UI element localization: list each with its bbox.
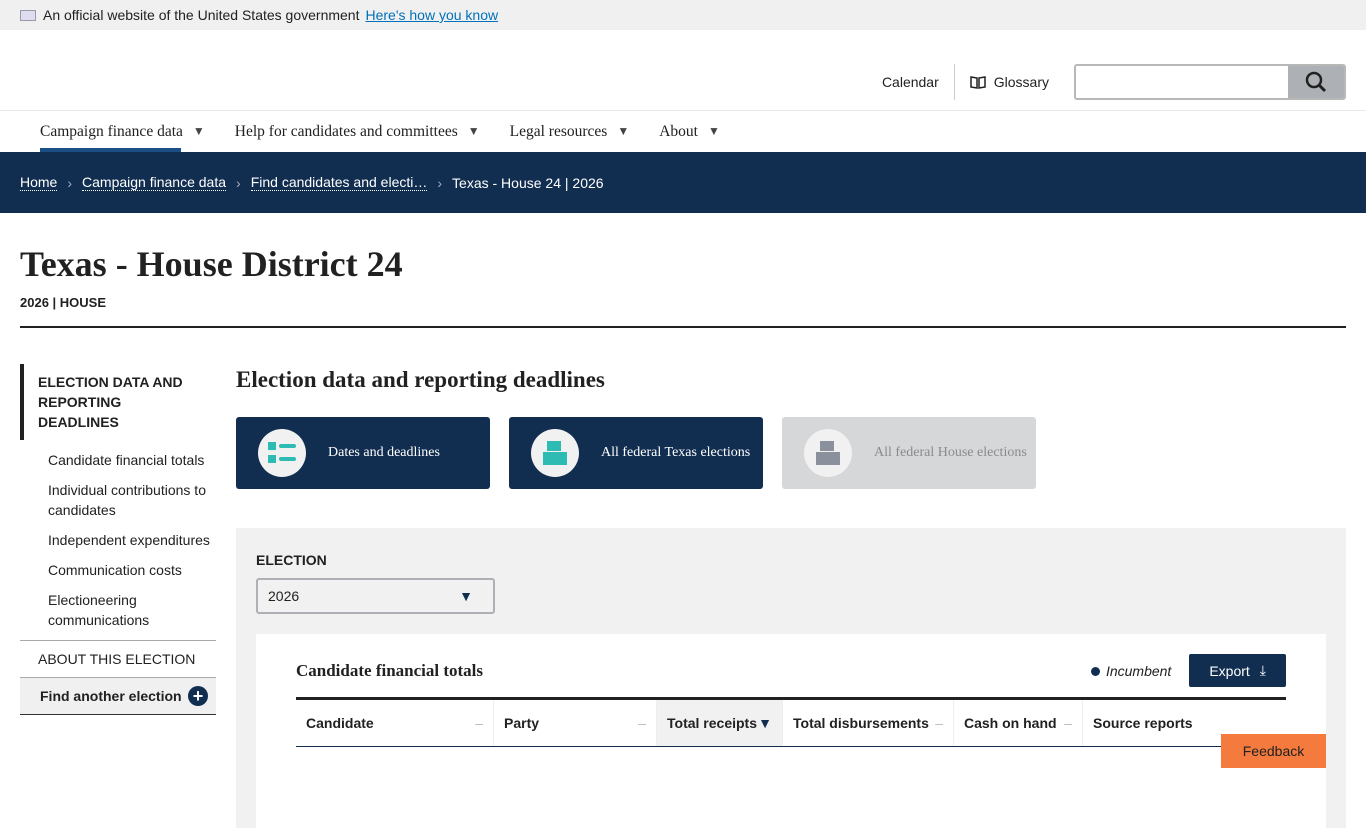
card-label: All federal House elections [874, 445, 1027, 461]
card-label: All federal Texas elections [601, 445, 750, 461]
caret-down-icon: ▼ [193, 124, 205, 139]
search-icon [1305, 71, 1327, 93]
caret-down-icon: ▼ [459, 588, 473, 604]
candidate-totals-table: Candidate financial totals Incumbent Exp… [256, 634, 1326, 834]
book-icon [970, 75, 986, 89]
divider [20, 326, 1346, 328]
search-button[interactable] [1288, 66, 1344, 98]
checklist-icon [258, 429, 306, 477]
sidebar-item[interactable]: Electioneering communications [48, 590, 216, 630]
calendar-link[interactable]: Calendar [882, 64, 955, 100]
sort-icon: – [935, 716, 943, 730]
caret-down-icon: ▼ [708, 124, 720, 139]
sidebar-current-section[interactable]: ELECTION DATA AND REPORTING DEADLINES [20, 364, 216, 440]
col-party[interactable]: Party – [494, 700, 657, 746]
export-button[interactable]: Export ⤓ [1189, 654, 1286, 687]
us-flag-icon [20, 10, 36, 21]
sidebar-item[interactable]: Independent expenditures [48, 530, 216, 550]
col-total-receipts[interactable]: Total receipts▼ [657, 700, 783, 746]
col-label: Total receipts [667, 716, 757, 730]
federal-house-elections-card: All federal House elections [782, 417, 1036, 489]
page-subtitle: 2026 | HOUSE [20, 295, 1346, 310]
glossary-label: Glossary [994, 74, 1049, 90]
col-label: Source reports [1093, 716, 1193, 730]
election-select[interactable]: 2026 ▼ [256, 578, 495, 614]
nav-legal-resources[interactable]: Legal resources ▼ [510, 111, 630, 152]
find-another-election-button[interactable]: Find another election + [20, 678, 216, 715]
main-content: Election data and reporting deadlines Da… [236, 364, 1346, 489]
search-input[interactable] [1076, 66, 1288, 98]
sidebar-item[interactable]: Individual contributions to candidates [48, 480, 216, 520]
col-label: Total disbursements [793, 716, 929, 730]
find-label: Find another election [40, 688, 182, 704]
election-label: ELECTION [256, 552, 1326, 568]
election-panel: ELECTION 2026 ▼ Candidate financial total… [236, 528, 1346, 828]
caret-down-icon: ▼ [617, 124, 629, 139]
nav-label: About [659, 123, 698, 141]
ballot-box-icon [804, 429, 852, 477]
glossary-link[interactable]: Glossary [955, 74, 1074, 90]
banner-text: An official website of the United States… [43, 7, 359, 23]
export-label: Export [1209, 663, 1249, 679]
col-label: Party [504, 716, 539, 730]
ballot-box-icon [531, 429, 579, 477]
nav-about[interactable]: About ▼ [659, 111, 720, 152]
card-label: Dates and deadlines [328, 445, 440, 461]
incumbent-dot-icon [1091, 667, 1100, 676]
federal-texas-elections-card[interactable]: All federal Texas elections [509, 417, 763, 489]
dates-deadlines-card[interactable]: Dates and deadlines [236, 417, 490, 489]
gov-banner: An official website of the United States… [0, 0, 1366, 30]
legend-label: Incumbent [1106, 663, 1171, 679]
plus-icon: + [188, 686, 208, 706]
main-nav: Campaign finance data ▼ Help for candidat… [0, 111, 1366, 152]
sort-icon: – [475, 716, 483, 730]
nav-label: Help for candidates and committees [235, 123, 458, 141]
breadcrumb: Home› Campaign finance data› Find candid… [0, 152, 1366, 213]
download-icon: ⤓ [1260, 662, 1266, 679]
col-total-disbursements[interactable]: Total disbursements– [783, 700, 954, 746]
page-title: Texas - House District 24 [20, 243, 1346, 285]
col-candidate[interactable]: Candidate – [296, 700, 494, 746]
breadcrumb-home[interactable]: Home [20, 174, 57, 191]
table-title: Candidate financial totals [296, 661, 483, 681]
sidebar: ELECTION DATA AND REPORTING DEADLINES Ca… [20, 364, 216, 715]
breadcrumb-find-candidates[interactable]: Find candidates and electi… [251, 174, 428, 191]
incumbent-legend: Incumbent [1091, 663, 1171, 679]
site-header: Calendar Glossary [0, 30, 1366, 111]
breadcrumb-current: Texas - House 24 | 2026 [452, 175, 604, 191]
sort-icon: – [1064, 716, 1072, 730]
how-you-know-link[interactable]: Here's how you know [365, 7, 498, 23]
nav-help-candidates[interactable]: Help for candidates and committees ▼ [235, 111, 480, 152]
sort-icon: – [638, 716, 646, 730]
nav-label: Campaign finance data [40, 123, 183, 141]
election-selected: 2026 [268, 588, 299, 604]
table-header: Candidate – Party – Total receipts▼ Total … [296, 697, 1286, 747]
sidebar-about-election[interactable]: ABOUT THIS ELECTION [20, 640, 216, 678]
nav-label: Legal resources [510, 123, 608, 141]
caret-down-icon: ▼ [468, 124, 480, 139]
col-label: Candidate [306, 716, 374, 730]
breadcrumb-campaign-finance[interactable]: Campaign finance data [82, 174, 226, 191]
section-heading: Election data and reporting deadlines [236, 367, 1346, 393]
nav-campaign-finance-data[interactable]: Campaign finance data ▼ [40, 111, 205, 152]
col-cash-on-hand[interactable]: Cash on hand– [954, 700, 1083, 746]
feedback-button[interactable]: Feedback [1221, 734, 1326, 768]
sidebar-item[interactable]: Candidate financial totals [48, 450, 216, 470]
col-label: Cash on hand [964, 716, 1057, 730]
sort-desc-icon: ▼ [758, 716, 772, 730]
search-box [1074, 64, 1346, 100]
sidebar-item[interactable]: Communication costs [48, 560, 216, 580]
